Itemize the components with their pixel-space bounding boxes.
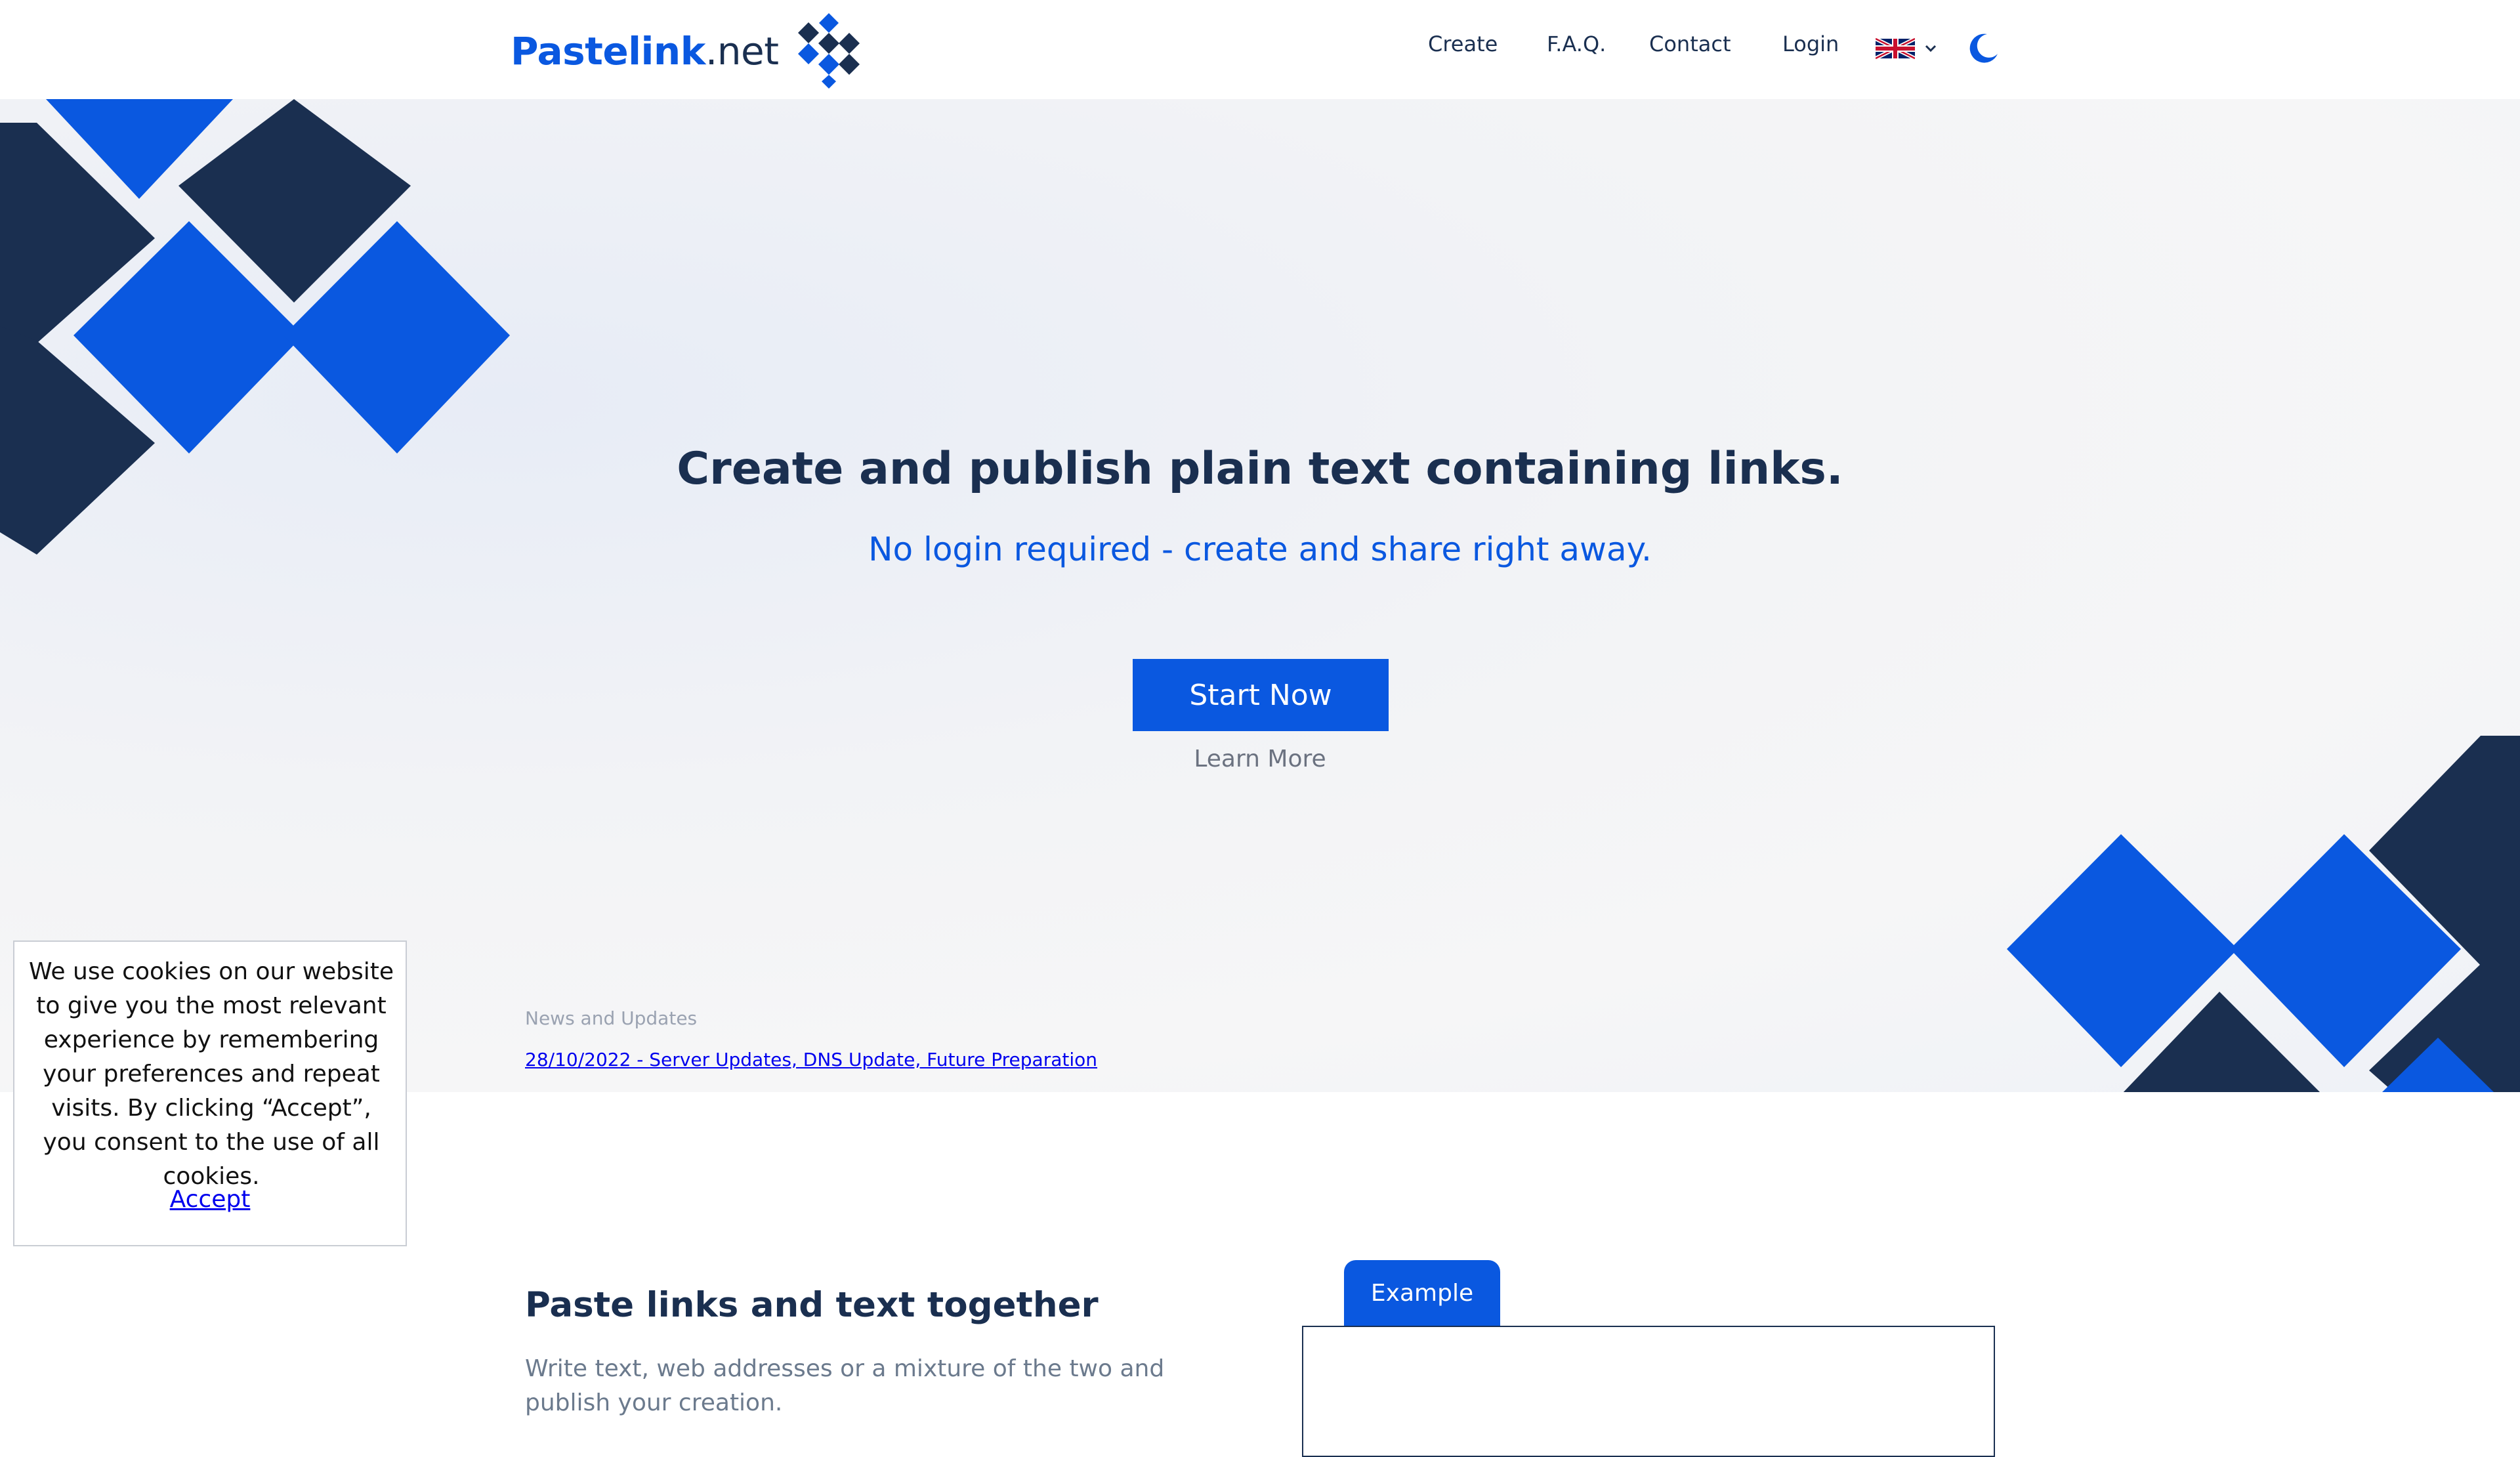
news-link[interactable]: 28/10/2022 - Server Updates, DNS Update,… bbox=[525, 1049, 1097, 1070]
moon-icon[interactable] bbox=[1967, 32, 2000, 64]
language-selector[interactable] bbox=[1876, 37, 1937, 60]
example-box bbox=[1302, 1326, 1995, 1457]
cookie-accept-link[interactable]: Accept bbox=[14, 1186, 406, 1213]
hero-subtitle: No login required - create and share rig… bbox=[868, 530, 1652, 568]
site-logo[interactable]: Pastelink.net bbox=[511, 13, 868, 89]
nav-create-link[interactable]: Create bbox=[1428, 32, 1498, 56]
decorative-diamonds-right bbox=[2007, 736, 2520, 1092]
learn-more-link[interactable]: Learn More bbox=[0, 746, 2520, 772]
hero-title: Create and publish plain text containing… bbox=[677, 443, 1843, 495]
cookie-message: We use cookies on our website to give yo… bbox=[28, 958, 394, 1190]
news-heading: News and Updates bbox=[525, 1007, 698, 1029]
nav-login-link[interactable]: Login bbox=[1782, 32, 1839, 56]
section-title: Paste links and text together bbox=[525, 1285, 1099, 1325]
example-tab[interactable]: Example bbox=[1344, 1260, 1500, 1326]
uk-flag-icon bbox=[1876, 37, 1915, 60]
cookie-banner: We use cookies on our website to give yo… bbox=[13, 940, 407, 1246]
logo-mark-icon bbox=[798, 13, 860, 89]
logo-text: Pastelink.net bbox=[511, 28, 779, 74]
start-now-button[interactable]: Start Now bbox=[1133, 659, 1389, 731]
section-description: Write text, web addresses or a mixture o… bbox=[525, 1355, 1165, 1416]
nav-contact-link[interactable]: Contact bbox=[1649, 32, 1731, 56]
site-header: Pastelink.net Create F.A.Q. Contact Logi… bbox=[0, 0, 2520, 99]
chevron-down-icon bbox=[1925, 45, 1937, 53]
nav-faq-link[interactable]: F.A.Q. bbox=[1547, 32, 1606, 56]
